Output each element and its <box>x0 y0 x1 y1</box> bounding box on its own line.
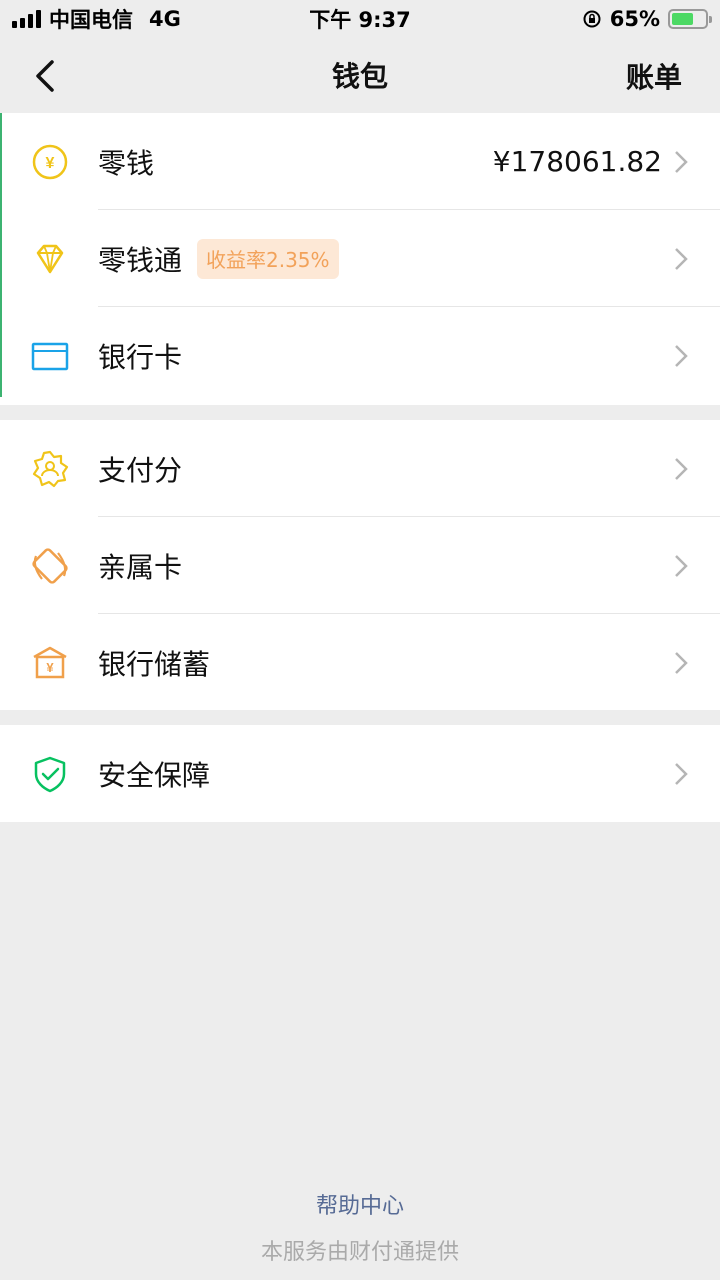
carrier-name: 中国电信 <box>49 8 133 32</box>
yield-rate-badge: 收益率2.35% <box>197 238 339 279</box>
wallet-item-label: 银行卡 <box>98 340 183 374</box>
chevron-right-icon <box>675 150 688 173</box>
wallet-item-bank-savings[interactable]: ¥ 银行储蓄 <box>0 614 720 711</box>
wallet-item-change[interactable]: ¥ 零钱 ¥178061.82 <box>0 113 720 210</box>
status-right: 65% <box>582 7 712 31</box>
bill-button[interactable]: 账单 <box>626 56 682 96</box>
diamond-icon <box>30 239 70 279</box>
help-center-link[interactable]: 帮助中心 <box>0 1188 720 1220</box>
wallet-item-bank-card[interactable]: 银行卡 <box>0 307 720 404</box>
wallet-item-pay-score[interactable]: 支付分 <box>0 420 720 517</box>
battery-percent: 65% <box>609 7 660 31</box>
battery-icon <box>668 9 712 29</box>
change-balance: ¥178061.82 <box>492 145 662 178</box>
bank-savings-icon: ¥ <box>30 643 70 683</box>
wallet-group-security: 安全保障 <box>0 725 720 822</box>
provider-note: 本服务由财付通提供 <box>260 1240 459 1265</box>
nav-bar: 钱包 账单 <box>0 38 720 112</box>
wallet-item-label: 零钱通 <box>98 243 183 277</box>
wallet-item-security[interactable]: 安全保障 <box>0 725 720 822</box>
network-type: 4G <box>149 7 181 31</box>
chevron-right-icon <box>675 554 688 577</box>
chevron-right-icon <box>675 247 688 270</box>
yuan-coin-icon: ¥ <box>30 142 70 182</box>
chevron-right-icon <box>675 344 688 367</box>
rotation-lock-icon <box>583 10 601 28</box>
security-shield-icon <box>30 754 70 794</box>
wallet-item-family-card[interactable]: 亲属卡 <box>0 517 720 614</box>
wallet-group-services: 支付分 亲属卡 ¥ 银行储蓄 <box>0 420 720 710</box>
chevron-right-icon <box>675 457 688 480</box>
family-card-icon <box>30 546 70 586</box>
wallet-item-label: 零钱 <box>98 146 155 180</box>
svg-text:¥: ¥ <box>46 155 55 172</box>
back-arrow-icon[interactable] <box>30 56 60 96</box>
wallet-item-label: 亲属卡 <box>98 550 183 584</box>
wallet-item-label: 银行储蓄 <box>98 647 211 681</box>
status-left: 中国电信 4G <box>12 4 181 34</box>
pay-score-badge-icon <box>30 449 70 489</box>
wallet-item-label: 安全保障 <box>98 758 211 792</box>
page-title: 钱包 <box>331 60 388 93</box>
status-bar: 中国电信 4G 下午 9:37 65% <box>0 0 720 38</box>
chevron-right-icon <box>675 762 688 785</box>
chevron-right-icon <box>675 651 688 674</box>
wallet-group-funds: ¥ 零钱 ¥178061.82 零钱通 收益率2.35% 银行卡 <box>0 113 720 405</box>
wallet-item-label: 支付分 <box>98 453 183 487</box>
svg-text:¥: ¥ <box>46 660 54 675</box>
signal-icon <box>12 10 41 28</box>
bank-card-icon <box>30 336 70 376</box>
wallet-item-lingqiantong[interactable]: 零钱通 收益率2.35% <box>0 210 720 307</box>
